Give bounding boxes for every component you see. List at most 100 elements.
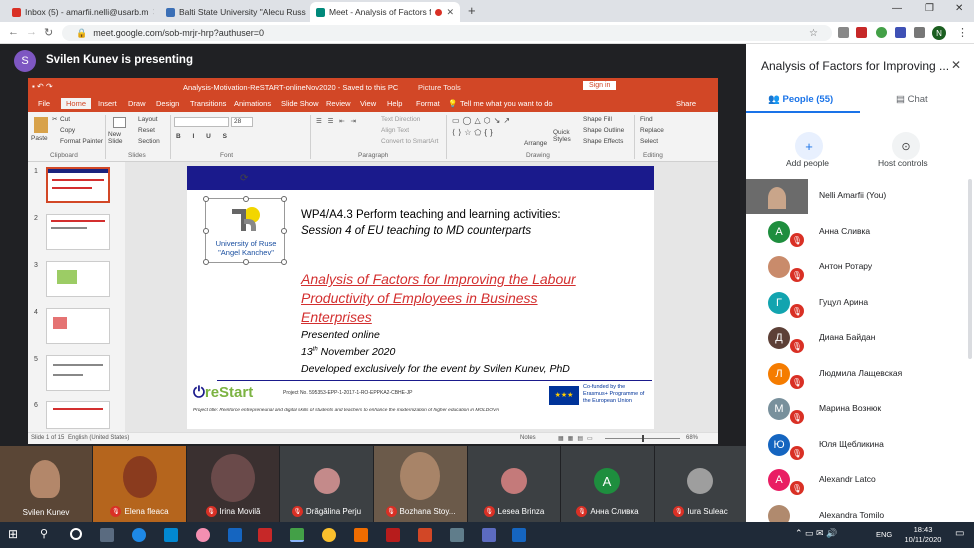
tell-me-search[interactable]: Tell me what you want to do: [460, 99, 553, 108]
store-icon[interactable]: [164, 528, 178, 542]
new-slide-icon[interactable]: [113, 117, 126, 128]
participant-row[interactable]: Alexandra Tomilo: [746, 499, 974, 522]
ribbon-tab-review[interactable]: Review: [326, 99, 351, 108]
powerpoint-icon[interactable]: [418, 528, 432, 542]
ribbon-tab-view[interactable]: View: [360, 99, 376, 108]
extension-icon[interactable]: [895, 27, 906, 38]
edge-icon[interactable]: [132, 528, 146, 542]
tray-icons[interactable]: ⌃ ▭ ✉ 🔊: [795, 528, 837, 539]
close-icon[interactable]: ✕: [442, 7, 454, 18]
resize-handle[interactable]: [203, 228, 209, 234]
convert-smartart-button[interactable]: Convert to SmartArt: [381, 138, 438, 145]
back-icon[interactable]: ←: [8, 26, 19, 38]
host-controls-button[interactable]: Host controls: [878, 158, 928, 168]
chrome-icon[interactable]: [290, 528, 304, 542]
rotate-handle-icon[interactable]: ⟳: [240, 173, 248, 184]
zoom-slider-thumb[interactable]: [642, 435, 644, 442]
clock-date[interactable]: 10/11/2020: [900, 535, 946, 544]
participant-row[interactable]: Ю 🎙 Юля Щебликина: [746, 428, 974, 463]
shape-fill-button[interactable]: Shape Fill: [583, 116, 612, 123]
cut-button[interactable]: Cut: [60, 116, 70, 123]
ribbon-tab-help[interactable]: Help: [387, 99, 402, 108]
shape-effects-button[interactable]: Shape Effects: [583, 138, 623, 145]
notes-button[interactable]: Notes: [520, 435, 536, 441]
paste-button[interactable]: Paste: [31, 135, 48, 142]
url-field[interactable]: 🔒 meet.google.com/sob-mrjr-hrp?authuser=…: [62, 25, 832, 41]
tab-inbox[interactable]: Inbox (5) - amarfii.nelli@usarb.m ✕: [6, 2, 154, 22]
tab-meet[interactable]: Meet - Analysis of Factors for ✕: [310, 2, 460, 22]
ribbon-tab-home[interactable]: Home: [61, 98, 92, 109]
slide-thumb-5[interactable]: [46, 355, 110, 391]
list-buttons[interactable]: ☰ ☰ ⇤ ⇥: [316, 117, 358, 125]
close-icon[interactable]: ✕: [148, 7, 154, 18]
video-tile[interactable]: 🎙 Lesea Brinza: [468, 446, 560, 522]
maximize-icon[interactable]: ❐: [925, 3, 934, 14]
ribbon-tab-file[interactable]: File: [38, 99, 50, 108]
clock-time[interactable]: 18:43: [905, 525, 941, 534]
participant-row[interactable]: A 🎙 Alexandr Latco: [746, 463, 974, 498]
app-icon[interactable]: [354, 528, 368, 542]
video-tile[interactable]: 🎙 Elena fleaca: [93, 446, 186, 522]
resize-handle[interactable]: [243, 259, 249, 265]
word-icon[interactable]: [512, 528, 526, 542]
section-button[interactable]: Section: [138, 138, 160, 145]
paste-icon[interactable]: [34, 117, 48, 133]
participant-row[interactable]: Г 🎙 Гуцул Арина: [746, 286, 974, 321]
text-direction-button[interactable]: Text Direction: [381, 116, 420, 123]
slide-thumb-3[interactable]: [46, 261, 110, 297]
reload-icon[interactable]: ↻: [44, 26, 53, 39]
host-controls-icon[interactable]: ⊙: [892, 132, 920, 160]
participant-row[interactable]: Л 🎙 Людмила Лащевская: [746, 357, 974, 392]
slide-thumb-4[interactable]: [46, 308, 110, 344]
resize-handle[interactable]: [203, 259, 209, 265]
slide-thumb-1[interactable]: [46, 167, 110, 203]
logo-selection-box[interactable]: University of Ruse "Angel Kanchev": [203, 196, 287, 265]
menu-icon[interactable]: ⋮: [957, 26, 968, 39]
add-people-button[interactable]: Add people: [786, 158, 829, 168]
language-indicator[interactable]: ENG: [876, 530, 892, 539]
view-buttons[interactable]: ▦▦▤▭: [558, 435, 597, 442]
app-icon[interactable]: [450, 528, 464, 542]
participant-row[interactable]: Nelli Amarfii (You): [746, 179, 974, 214]
notifications-icon[interactable]: ▭: [955, 528, 964, 539]
resize-handle[interactable]: [281, 228, 287, 234]
grammarly-icon[interactable]: [876, 27, 887, 38]
search-icon[interactable]: ⚲: [40, 527, 48, 540]
close-icon[interactable]: ✕: [306, 7, 308, 18]
app-icon[interactable]: [228, 528, 242, 542]
pdf-extension-icon[interactable]: [856, 27, 867, 38]
star-icon[interactable]: ☆: [809, 28, 818, 39]
participant-row[interactable]: А 🎙 Анна Сливка: [746, 215, 974, 250]
quick-styles-button[interactable]: Quick Styles: [553, 129, 573, 143]
font-format-buttons[interactable]: B I U S: [176, 133, 232, 140]
cortana-icon[interactable]: [70, 528, 82, 540]
pdf-icon[interactable]: [386, 528, 400, 542]
resize-handle[interactable]: [281, 196, 287, 202]
resize-handle[interactable]: [281, 259, 287, 265]
ribbon-tab-design[interactable]: Design: [156, 99, 179, 108]
teams-icon[interactable]: [482, 528, 496, 542]
new-tab-button[interactable]: +: [468, 3, 476, 18]
close-panel-icon[interactable]: ✕: [951, 58, 961, 72]
participant-row[interactable]: М 🎙 Марина Вознюк: [746, 392, 974, 427]
ribbon-tab-transitions[interactable]: Transitions: [190, 99, 226, 108]
app-icon[interactable]: [196, 528, 210, 542]
ribbon-tab-draw[interactable]: Draw: [128, 99, 146, 108]
puzzle-icon[interactable]: [914, 27, 925, 38]
ribbon-tab-format[interactable]: Format: [416, 99, 440, 108]
app-icon[interactable]: [258, 528, 272, 542]
video-tile[interactable]: А 🎙 Анна Сливка: [561, 446, 654, 522]
people-tab[interactable]: 👥 People (55): [768, 94, 833, 105]
tab-balti[interactable]: Balti State University "Alecu Russ ✕: [160, 2, 308, 22]
ribbon-tab-insert[interactable]: Insert: [98, 99, 117, 108]
participant-row[interactable]: Д 🎙 Диана Байдан: [746, 321, 974, 356]
video-tile[interactable]: 🎙 Drăgălina Perju: [280, 446, 373, 522]
share-button[interactable]: Share: [676, 99, 696, 108]
format-painter-button[interactable]: Format Painter: [60, 138, 103, 145]
new-slide-button[interactable]: New Slide: [108, 131, 130, 145]
align-text-button[interactable]: Align Text: [381, 127, 409, 134]
save-icon[interactable]: ▪ ↶ ↷: [32, 82, 53, 91]
task-view-icon[interactable]: [100, 528, 114, 542]
resize-handle[interactable]: [243, 196, 249, 202]
arrange-button[interactable]: Arrange: [524, 140, 547, 147]
